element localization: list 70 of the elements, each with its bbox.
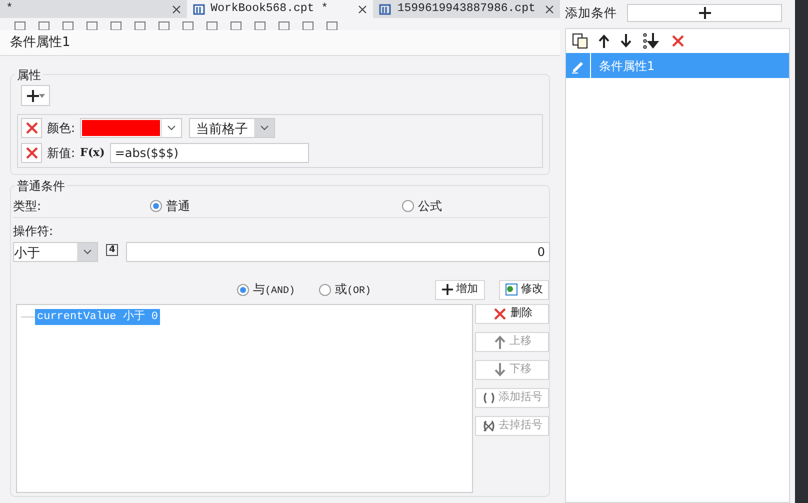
- down-arrow-icon: [492, 362, 506, 376]
- value-field[interactable]: 0: [126, 242, 550, 262]
- modify-button[interactable]: 修改: [499, 280, 549, 300]
- add-button[interactable]: 增加: [435, 280, 485, 300]
- toolbar-icon[interactable]: [158, 20, 170, 30]
- toolbar-icon[interactable]: [86, 20, 98, 30]
- close-icon[interactable]: [172, 4, 181, 14]
- toolbar-icon[interactable]: [14, 20, 26, 30]
- dialog-title: 条件属性1: [0, 30, 560, 56]
- radio-button[interactable]: [150, 200, 162, 212]
- up-arrow-icon: [492, 334, 506, 348]
- edit-gear-icon: [505, 283, 518, 296]
- toolbar-icon[interactable]: [254, 20, 266, 30]
- formula-field[interactable]: =abs($$$): [110, 143, 309, 163]
- toolbar-icon[interactable]: [134, 20, 146, 30]
- field-label: 新值:: [47, 145, 76, 162]
- remove-button[interactable]: [21, 143, 42, 163]
- close-icon[interactable]: [670, 33, 686, 49]
- tree-line: [21, 316, 35, 318]
- brackets-icon: [482, 390, 496, 404]
- color-picker[interactable]: [80, 118, 182, 138]
- copy-icon[interactable]: [572, 33, 588, 49]
- radio-button[interactable]: [402, 200, 414, 212]
- group-legend: 普通条件: [15, 176, 67, 194]
- remove-brackets-icon: [482, 418, 496, 432]
- group-legend: 属性: [15, 66, 43, 84]
- close-icon: [24, 145, 40, 161]
- field-label: 类型:: [13, 198, 42, 215]
- file-icon: [379, 4, 392, 14]
- toolbar-icon[interactable]: [110, 20, 122, 30]
- number-type-icon[interactable]: 4: [106, 244, 118, 256]
- editor-tab[interactable]: 1599619943887986.cpt: [373, 0, 560, 18]
- chevron-icon: [83, 248, 92, 254]
- delete-button[interactable]: 删除: [475, 304, 549, 324]
- scope-dropdown[interactable]: 当前格子: [189, 118, 276, 138]
- radio-label[interactable]: 普通: [166, 197, 190, 215]
- toolbar-icon[interactable]: [302, 20, 314, 30]
- close-icon: [492, 306, 508, 322]
- panel-label: 添加条件: [565, 4, 617, 22]
- plus-icon: [26, 90, 38, 102]
- radio-button[interactable]: [237, 284, 249, 296]
- radio-button[interactable]: [319, 284, 331, 296]
- field-label: 操作符:: [13, 222, 54, 240]
- close-icon: [24, 120, 40, 136]
- down-arrow-icon[interactable]: [620, 34, 632, 48]
- toolbar-icon[interactable]: [206, 20, 218, 30]
- close-icon[interactable]: [358, 4, 368, 14]
- toolbar-icon[interactable]: [182, 20, 194, 30]
- close-icon[interactable]: [545, 4, 554, 14]
- toolbar-icon[interactable]: [326, 20, 338, 30]
- remove-button[interactable]: [21, 118, 42, 138]
- formula-icon[interactable]: F(x): [80, 144, 105, 162]
- toolbar-icon[interactable]: [38, 20, 50, 30]
- plus-icon: [698, 7, 710, 19]
- toolbar-icon[interactable]: [278, 20, 290, 30]
- chevron-icon: [260, 125, 270, 131]
- add-attribute-button[interactable]: [21, 85, 50, 106]
- file-icon: [192, 4, 205, 14]
- editor-tab[interactable]: WorkBook568.cpt *: [186, 0, 374, 18]
- toolbar-icon[interactable]: [230, 20, 242, 30]
- up-arrow-icon[interactable]: [598, 34, 610, 48]
- editor-tab[interactable]: *: [0, 0, 187, 18]
- operator-dropdown[interactable]: 小于: [13, 242, 98, 262]
- chevron-icon: [167, 125, 176, 131]
- move-bottom-icon[interactable]: [642, 33, 660, 49]
- plus-icon: [442, 284, 453, 295]
- caret-icon: [38, 94, 44, 98]
- radio-label[interactable]: 公式: [418, 197, 442, 215]
- field-label: 颜色:: [47, 120, 76, 137]
- toolbar-icon[interactable]: [62, 20, 74, 30]
